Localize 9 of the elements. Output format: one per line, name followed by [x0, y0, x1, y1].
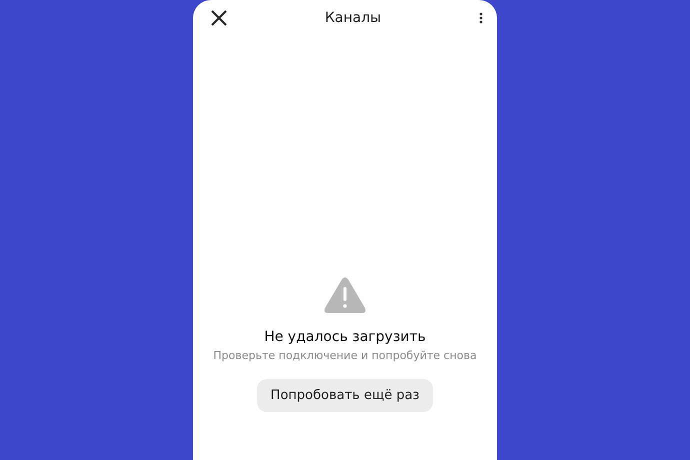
screen-title: Каналы: [324, 10, 382, 26]
error-title: Не удалось загрузить: [264, 329, 426, 345]
retry-button[interactable]: Попробовать ещё раз: [256, 379, 434, 412]
error-message: Проверьте подключение и попробуйте снова: [213, 349, 477, 362]
close-button[interactable]: [209, 8, 229, 28]
close-icon: [211, 10, 227, 26]
more-button[interactable]: [476, 10, 485, 26]
more-icon: [478, 12, 483, 24]
warning-icon: [324, 277, 366, 313]
